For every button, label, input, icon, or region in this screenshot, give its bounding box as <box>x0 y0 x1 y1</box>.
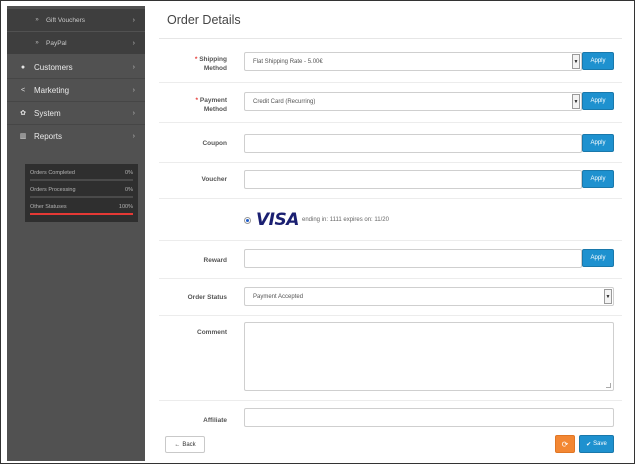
voucher-label: Voucher <box>201 176 227 183</box>
progress-track <box>30 179 133 181</box>
stored-card-radio[interactable] <box>244 217 251 224</box>
divider <box>159 162 622 163</box>
bar-chart-icon: ▥ <box>19 133 27 140</box>
chevron-right-icon: › <box>132 16 135 24</box>
affiliate-input[interactable] <box>244 408 614 427</box>
order-status-select[interactable]: Payment Accepted ▼ <box>244 287 614 306</box>
visa-logo: VISA <box>256 210 299 230</box>
comment-label: Comment <box>197 329 227 336</box>
required-marker: * <box>194 56 198 63</box>
sidebar-item-paypal[interactable]: » PayPal › <box>7 32 145 54</box>
progress-track <box>30 213 133 215</box>
comment-textarea[interactable] <box>244 322 614 391</box>
shipping-apply-button[interactable]: Apply <box>582 52 614 70</box>
voucher-input[interactable] <box>244 170 582 189</box>
divider <box>159 38 622 39</box>
chevron-right-icon: › <box>132 86 135 94</box>
payment-apply-button[interactable]: Apply <box>582 92 614 110</box>
sidebar-item-label: Reports <box>34 131 63 141</box>
divider <box>159 198 622 199</box>
divider <box>159 82 622 83</box>
sidebar-item-label: Customers <box>34 62 73 72</box>
sidebar-item-label: Gift Vouchers <box>46 16 86 24</box>
sidebar-item-label: Marketing <box>34 85 70 95</box>
stat-label: Orders Completed <box>30 170 75 176</box>
double-chevron-right-icon: » <box>35 17 39 23</box>
divider <box>159 400 622 401</box>
chevron-down-icon: ▼ <box>572 94 580 109</box>
stat-label: Orders Processing <box>30 187 76 193</box>
order-status-label: Order Status <box>187 294 227 301</box>
double-chevron-right-icon: » <box>35 40 39 46</box>
arrow-left-icon: ← <box>174 441 181 448</box>
stat-percent: 0% <box>125 170 133 176</box>
divider <box>159 122 622 123</box>
resize-handle[interactable] <box>606 383 611 388</box>
order-details-panel: Order Details * Shipping Method Flat Shi… <box>151 6 630 461</box>
chevron-right-icon: › <box>132 39 135 47</box>
page-title: Order Details <box>167 13 241 27</box>
stat-orders-completed: Orders Completed 0% <box>30 168 133 185</box>
progress-bar <box>30 213 133 215</box>
sidebar-item-label: PayPal <box>46 39 67 47</box>
reward-apply-button[interactable]: Apply <box>582 249 614 267</box>
share-icon: < <box>20 86 26 94</box>
sidebar-item-reports[interactable]: ▥ Reports › <box>7 125 145 147</box>
card-details-text: ending in: 1111 expires on: 11/20 <box>302 217 389 223</box>
stat-other-statuses: Other Statuses 100% <box>30 202 133 219</box>
sidebar-item-gift-vouchers[interactable]: » Gift Vouchers › <box>7 9 145 31</box>
check-circle-icon: ✔ <box>586 441 592 448</box>
chevron-down-icon: ▼ <box>604 289 612 304</box>
coupon-input[interactable] <box>244 134 582 153</box>
order-stats-panel: Orders Completed 0% Orders Processing 0%… <box>25 164 138 222</box>
divider <box>159 315 622 316</box>
stat-percent: 0% <box>125 187 133 193</box>
stat-label: Other Statuses <box>30 204 67 210</box>
stat-orders-processing: Orders Processing 0% <box>30 185 133 202</box>
sidebar-item-label: System <box>34 108 61 118</box>
chevron-right-icon: › <box>132 109 135 117</box>
divider <box>159 278 622 279</box>
chevron-down-icon: ▼ <box>572 54 580 69</box>
reward-label: Reward <box>203 257 227 264</box>
affiliate-label: Affiliate <box>203 417 227 424</box>
stat-percent: 100% <box>118 204 133 210</box>
coupon-label: Coupon <box>202 140 227 147</box>
coupon-apply-button[interactable]: Apply <box>582 134 614 152</box>
refresh-button[interactable]: ⟳ <box>555 435 575 453</box>
progress-track <box>30 196 133 198</box>
payment-method-select[interactable]: Credit Card (Recurring) ▼ <box>244 92 582 111</box>
required-marker: * <box>195 97 199 104</box>
refresh-icon: ⟳ <box>561 439 569 449</box>
cog-icon: ✿ <box>20 110 26 117</box>
user-icon: ● <box>20 63 26 71</box>
window-frame: » Gift Vouchers › » PayPal › ● Customers… <box>0 0 635 464</box>
payment-method-label: * Payment Method <box>195 97 227 113</box>
reward-input[interactable] <box>244 249 582 268</box>
back-button[interactable]: ← Back <box>165 436 205 453</box>
shipping-method-select[interactable]: Flat Shipping Rate - 5.00€ ▼ <box>244 52 582 71</box>
sidebar: » Gift Vouchers › » PayPal › ● Customers… <box>7 6 145 461</box>
save-button[interactable]: ✔ Save <box>579 435 614 453</box>
voucher-apply-button[interactable]: Apply <box>582 170 614 188</box>
chevron-right-icon: › <box>132 63 135 71</box>
chevron-right-icon: › <box>132 132 135 140</box>
sidebar-item-system[interactable]: ✿ System › <box>7 102 145 124</box>
sidebar-item-customers[interactable]: ● Customers › <box>7 56 145 78</box>
sidebar-item-marketing[interactable]: < Marketing › <box>7 79 145 101</box>
divider <box>159 240 622 241</box>
radio-selected-dot <box>246 219 249 222</box>
shipping-method-label: * Shipping Method <box>194 56 227 72</box>
